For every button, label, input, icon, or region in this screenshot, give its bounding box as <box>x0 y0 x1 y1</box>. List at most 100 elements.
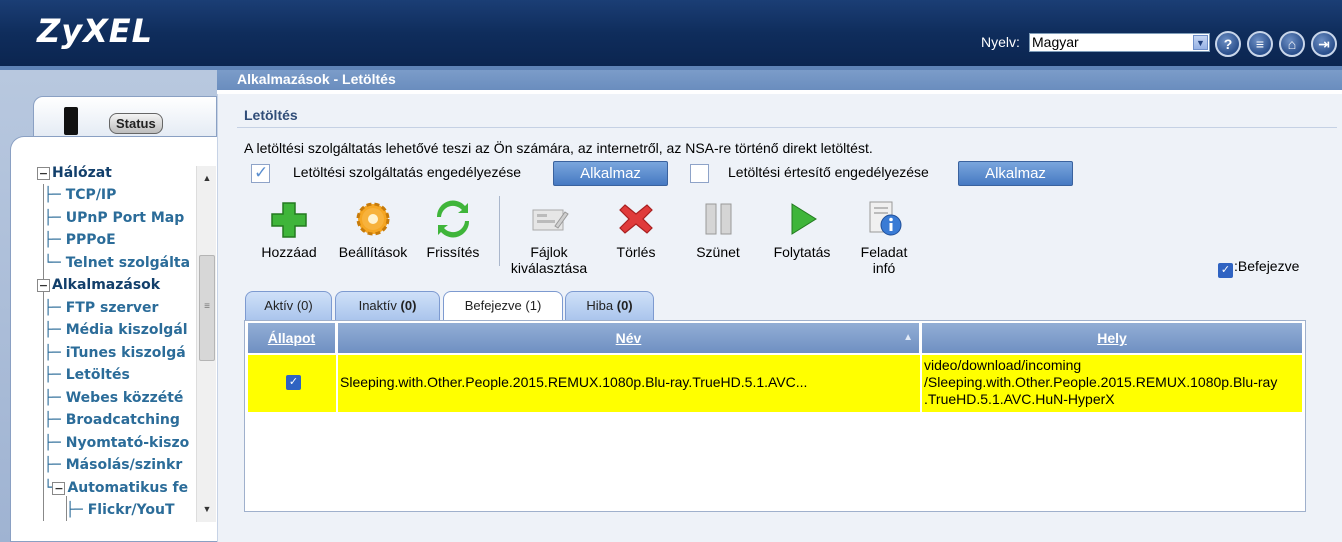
apply-notify-button[interactable]: Alkalmaz <box>958 161 1073 186</box>
enable-service-checkbox[interactable] <box>251 163 270 183</box>
scroll-up-icon[interactable]: ▲ <box>197 170 217 187</box>
enable-service-label: Letöltési szolgáltatás engedélyezése <box>293 164 522 180</box>
select-files-label-2: kiválasztása <box>510 260 588 276</box>
language-value: Magyar <box>1032 34 1079 50</box>
tab-active-count: (0) <box>296 298 313 313</box>
tree-item-media[interactable]: ├─ Média kiszolgál <box>44 322 188 344</box>
refresh-icon <box>433 200 473 238</box>
column-header-location[interactable]: Hely <box>922 323 1302 353</box>
tree-item-nyomtato[interactable]: ├─ Nyomtató-kiszo <box>44 435 189 457</box>
select-files-button[interactable]: Fájlok kiválasztása <box>503 200 595 276</box>
tree-item-halozat[interactable]: − Hálózat <box>37 165 112 187</box>
language-label: Nyelv: <box>981 34 1020 50</box>
section-title: Letöltés <box>244 107 298 123</box>
pause-icon <box>698 200 738 238</box>
column-header-status[interactable]: Állapot <box>248 323 336 353</box>
delete-button[interactable]: Törlés <box>603 200 669 260</box>
tab-finished[interactable]: Befejezve (1) <box>443 291 563 323</box>
delete-icon <box>616 200 656 238</box>
location-cell: video/download/incoming /Sleeping.with.O… <box>922 355 1302 412</box>
select-files-label-1: Fájlok <box>530 244 568 260</box>
enable-notify-label: Letöltési értesítő engedélyezése <box>728 164 929 180</box>
description-text: A letöltési szolgáltatás lehetővé teszi … <box>244 140 873 156</box>
location-line-3: .TrueHD.5.1.AVC.HuN-HyperX <box>924 391 1115 407</box>
tab-finished-count: (1) <box>525 298 542 313</box>
tab-error[interactable]: Hiba (0) <box>565 291 654 321</box>
tree-item-flickr[interactable]: ├─ Flickr/YouT <box>66 502 175 521</box>
finished-filter[interactable]: ✓:Befejezve <box>1218 258 1299 278</box>
tab-inactive-label: Inaktív <box>358 298 397 313</box>
task-info-label-1: Feladat <box>860 244 908 260</box>
add-label: Hozzáad <box>261 244 317 260</box>
tab-finished-label: Befejezve <box>464 298 522 313</box>
tab-active-label: Aktív <box>264 298 294 313</box>
info-icon <box>864 200 904 238</box>
tree-item-pppoe[interactable]: ├─ PPPoE <box>44 232 116 254</box>
scroll-thumb[interactable]: ≡ <box>199 255 215 361</box>
home-icon[interactable]: ⌂ <box>1279 31 1305 57</box>
toolbar-divider <box>499 196 500 266</box>
play-icon <box>782 200 822 238</box>
finished-filter-checkbox[interactable]: ✓ <box>1218 263 1233 278</box>
tree-item-masolas[interactable]: ├─ Másolás/szinkr <box>44 457 182 479</box>
notes-icon[interactable]: ≡ <box>1247 31 1273 57</box>
tab-active[interactable]: Aktív (0) <box>245 291 332 321</box>
resume-button[interactable]: Folytatás <box>765 200 839 260</box>
plus-icon <box>269 200 309 238</box>
gear-icon <box>353 200 393 238</box>
task-info-button[interactable]: Feladat infó <box>853 200 915 276</box>
zyxel-logo: ZyXEL <box>37 12 153 50</box>
location-line-1: video/download/incoming <box>924 357 1082 373</box>
main-content: Alkalmazások - Letöltés Letöltés A letöl… <box>217 70 1342 542</box>
refresh-label: Frissítés <box>426 244 480 260</box>
tree-item-letoltes[interactable]: ├─ Letöltés <box>44 367 130 389</box>
add-button[interactable]: Hozzáad <box>255 200 323 260</box>
tree-item-automatikus[interactable]: └ − Automatikus fe <box>44 480 188 502</box>
settings-button[interactable]: Beállítások <box>332 200 414 260</box>
tree-item-broadcatching[interactable]: ├─ Broadcatching <box>44 412 180 434</box>
language-select[interactable]: Magyar ▼ <box>1029 33 1210 52</box>
tree-item-upnp[interactable]: ├─ UPnP Port Map <box>44 210 184 232</box>
divider <box>237 127 1337 128</box>
tree-item-webes[interactable]: ├─ Webes közzété <box>44 390 183 412</box>
tree-item-tcpip[interactable]: ├─ TCP/IP <box>44 187 116 209</box>
resume-label: Folytatás <box>773 244 831 260</box>
header: ZyXEL Nyelv: Magyar ▼ ? ≡ ⌂ ⇥ <box>0 0 1342 66</box>
tree-item-alkalmazasok[interactable]: − Alkalmazások <box>37 277 160 299</box>
row-checkbox[interactable]: ✓ <box>286 375 301 390</box>
file-select-icon <box>529 200 569 238</box>
tab-inactive-count: (0) <box>400 298 417 313</box>
enable-notify-checkbox[interactable] <box>690 164 709 183</box>
collapse-icon[interactable]: − <box>52 481 66 495</box>
task-info-label-2: infó <box>872 260 896 276</box>
collapse-icon[interactable]: − <box>37 278 50 292</box>
help-icon[interactable]: ? <box>1215 31 1241 57</box>
downloads-table: Állapot Név ▲ Hely ✓ Sleeping.with.Other… <box>244 320 1306 512</box>
sort-asc-icon: ▲ <box>903 332 913 343</box>
tree-item-itunes[interactable]: ├─ iTunes kiszolgá <box>44 345 186 367</box>
column-header-name[interactable]: Név ▲ <box>338 323 920 353</box>
tab-inactive[interactable]: Inaktív (0) <box>335 291 440 321</box>
location-line-2: /Sleeping.with.Other.People.2015.REMUX.1… <box>924 374 1278 390</box>
apply-service-button[interactable]: Alkalmaz <box>553 161 668 186</box>
tab-error-label: Hiba <box>586 298 614 313</box>
name-cell: Sleeping.with.Other.People.2015.REMUX.10… <box>338 355 920 412</box>
tab-error-count: (0) <box>616 298 633 313</box>
delete-label: Törlés <box>616 244 656 260</box>
chevron-down-icon[interactable]: ▼ <box>1193 35 1208 50</box>
status-cell: ✓ <box>248 355 336 412</box>
settings-label: Beállítások <box>338 244 408 260</box>
pause-button[interactable]: Szünet <box>687 200 749 260</box>
logout-icon[interactable]: ⇥ <box>1311 31 1337 57</box>
scroll-down-icon[interactable]: ▼ <box>197 501 217 518</box>
navigation-tree: − Hálózat ├─ TCP/IP ├─ UPnP Port Map ├─ P… <box>0 96 196 521</box>
tree-item-telnet[interactable]: └─ Telnet szolgálta <box>44 255 190 277</box>
sidebar-scrollbar[interactable]: ▲ ≡ ▼ <box>196 166 216 522</box>
pause-label: Szünet <box>696 244 740 260</box>
collapse-icon[interactable]: − <box>37 166 50 180</box>
page-title: Alkalmazások - Letöltés <box>217 70 1342 90</box>
refresh-button[interactable]: Frissítés <box>421 200 485 260</box>
column-header-name-label: Név <box>615 330 642 346</box>
tree-item-ftp[interactable]: ├─ FTP szerver <box>44 300 158 322</box>
finished-filter-label: :Befejezve <box>1234 258 1300 274</box>
